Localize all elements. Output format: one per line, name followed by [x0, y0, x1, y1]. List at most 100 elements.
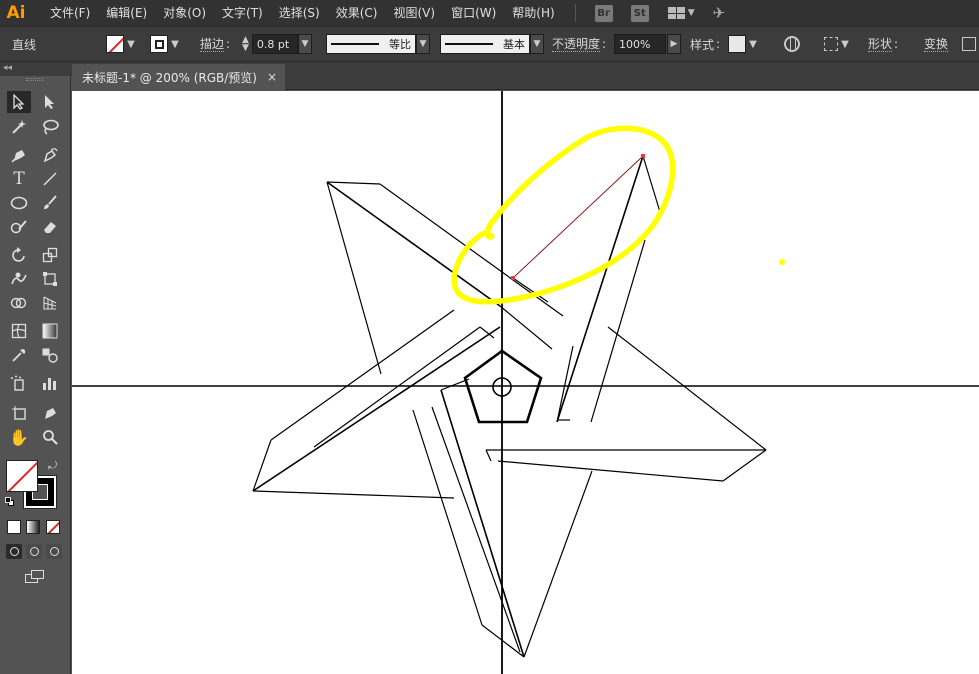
menu-file[interactable]: 文件(F)	[42, 0, 98, 26]
opacity-label[interactable]: 不透明度	[552, 37, 601, 52]
align-control[interactable]: ▼	[824, 27, 852, 61]
graphic-style-control[interactable]: ▼	[728, 27, 760, 61]
width-profile-preview[interactable]: 等比	[326, 34, 416, 54]
swap-fill-stroke-icon[interactable]: ⤾	[48, 459, 57, 473]
menu-type[interactable]: 文字(T)	[214, 0, 271, 26]
star-artwork[interactable]	[72, 91, 979, 674]
selection-tool-icon[interactable]	[7, 91, 31, 113]
default-fill-stroke-icon[interactable]	[5, 497, 15, 507]
blend-tool-icon[interactable]	[38, 344, 62, 366]
type-tool-icon[interactable]: T	[7, 168, 31, 190]
style-label: 样式	[690, 37, 715, 52]
chevron-down-icon[interactable]: ▼	[168, 39, 182, 50]
opacity-control[interactable]: 100% ▶	[614, 27, 681, 61]
menu-window[interactable]: 窗口(W)	[443, 0, 504, 26]
document-tab[interactable]: 未标题-1* @ 200% (RGB/预览) ×	[72, 64, 285, 90]
yellow-highlight-loop	[451, 125, 676, 305]
stroke-weight-input[interactable]: 0.8 pt	[251, 34, 298, 54]
width-profile-dropdown[interactable]: ▼	[416, 34, 430, 54]
stroke-weight-dropdown[interactable]: ▼	[297, 34, 312, 54]
menu-object[interactable]: 对象(O)	[155, 0, 214, 26]
draw-normal-button[interactable]	[6, 544, 22, 559]
fill-none-swatch[interactable]	[106, 35, 124, 53]
screen-mode-button[interactable]	[25, 570, 45, 584]
transform-label[interactable]: 变换	[924, 37, 949, 52]
column-graph-tool-icon[interactable]	[38, 372, 62, 394]
zoom-tool-icon[interactable]	[38, 426, 62, 448]
shape-label[interactable]: 形状	[868, 37, 893, 52]
scale-tool-icon[interactable]	[38, 244, 62, 266]
gradient-mode-button[interactable]	[26, 520, 40, 534]
warp-tool-icon[interactable]	[7, 268, 31, 290]
brush-preview[interactable]: 基本	[440, 34, 530, 54]
slice-tool-icon[interactable]	[38, 402, 62, 424]
perspective-grid-tool-icon[interactable]	[38, 292, 62, 314]
draw-inside-button[interactable]	[46, 544, 62, 559]
magic-wand-tool-icon[interactable]	[7, 116, 31, 138]
isolate-button[interactable]	[962, 27, 976, 61]
gpu-performance-icon[interactable]: ✈	[713, 4, 726, 22]
align-icon	[824, 37, 838, 51]
brush-dropdown[interactable]: ▼	[530, 34, 544, 54]
stroke-weight-control[interactable]: ▲ ▼ 0.8 pt ▼	[242, 27, 312, 61]
free-transform-tool-icon[interactable]	[38, 268, 62, 290]
tools-panel: T ✋ ⤾	[0, 76, 71, 674]
document-tab-title: 未标题-1* @ 200% (RGB/预览)	[82, 70, 257, 85]
artboard-tool-icon[interactable]	[7, 402, 31, 424]
chevron-down-icon[interactable]: ▼	[124, 39, 138, 50]
hand-tool-icon[interactable]: ✋	[7, 426, 31, 448]
collapse-panels-button[interactable]: ◂◂	[0, 62, 72, 76]
ellipse-tool-icon[interactable]	[7, 192, 31, 214]
lasso-tool-icon[interactable]	[38, 116, 62, 138]
stock-button[interactable]: St	[630, 4, 649, 22]
stroke-color-control[interactable]: ▼	[150, 27, 182, 61]
fill-color-box[interactable]	[6, 460, 38, 492]
graphic-style-swatch[interactable]	[728, 35, 746, 53]
eraser-tool-icon[interactable]	[38, 216, 62, 238]
color-mode-button[interactable]	[7, 520, 21, 534]
recolor-icon	[784, 36, 800, 52]
isolate-icon	[962, 37, 976, 51]
pen-tool-icon[interactable]	[7, 144, 31, 166]
none-mode-button[interactable]	[46, 520, 60, 534]
stroke-label[interactable]: 描边	[200, 37, 225, 52]
artboard-canvas[interactable]	[72, 91, 979, 674]
object-type-label: 直线	[12, 37, 37, 52]
app-logo: Ai	[6, 3, 26, 23]
menu-view[interactable]: 视图(V)	[385, 0, 443, 26]
bridge-button[interactable]: Br	[594, 4, 613, 22]
draw-behind-button[interactable]	[26, 544, 42, 559]
fill-color-control[interactable]: ▼	[106, 27, 138, 61]
symbol-sprayer-tool-icon[interactable]	[7, 372, 31, 394]
stepper-arrows-icon[interactable]: ▲ ▼	[242, 36, 249, 53]
width-profile-label: 等比	[389, 38, 411, 51]
chevron-down-icon[interactable]: ▼	[838, 39, 852, 50]
rotate-tool-icon[interactable]	[7, 244, 31, 266]
eyedropper-tool-icon[interactable]	[7, 344, 31, 366]
arrange-documents-button[interactable]: ▼	[667, 7, 695, 19]
stroke-color-swatch[interactable]	[150, 35, 168, 53]
yellow-dot	[779, 259, 785, 265]
paintbrush-tool-icon[interactable]	[38, 192, 62, 214]
panel-grip[interactable]	[26, 78, 44, 81]
recolor-artwork-button[interactable]	[784, 27, 800, 61]
opacity-flyout[interactable]: ▶	[667, 34, 681, 54]
menu-help[interactable]: 帮助(H)	[504, 0, 562, 26]
brush-definition[interactable]: 基本 ▼	[440, 27, 544, 61]
curvature-tool-icon[interactable]	[38, 144, 62, 166]
chevron-down-icon[interactable]: ▼	[746, 39, 760, 50]
variable-width-profile[interactable]: 等比 ▼	[326, 27, 430, 61]
line-segment-tool-icon[interactable]	[38, 168, 62, 190]
menu-effect[interactable]: 效果(C)	[328, 0, 386, 26]
direct-selection-tool-icon[interactable]	[38, 91, 62, 113]
close-icon[interactable]: ×	[267, 70, 277, 84]
menu-bar: Ai 文件(F) 编辑(E) 对象(O) 文字(T) 选择(S) 效果(C) 视…	[0, 0, 979, 26]
shape-builder-tool-icon[interactable]	[7, 292, 31, 314]
opacity-input[interactable]: 100%	[614, 34, 666, 54]
menu-select[interactable]: 选择(S)	[271, 0, 328, 26]
menu-edit[interactable]: 编辑(E)	[98, 0, 155, 26]
gradient-tool-icon[interactable]	[38, 320, 62, 342]
shaper-tool-icon[interactable]	[7, 216, 31, 238]
menu-items: 文件(F) 编辑(E) 对象(O) 文字(T) 选择(S) 效果(C) 视图(V…	[42, 0, 563, 26]
mesh-tool-icon[interactable]	[7, 320, 31, 342]
